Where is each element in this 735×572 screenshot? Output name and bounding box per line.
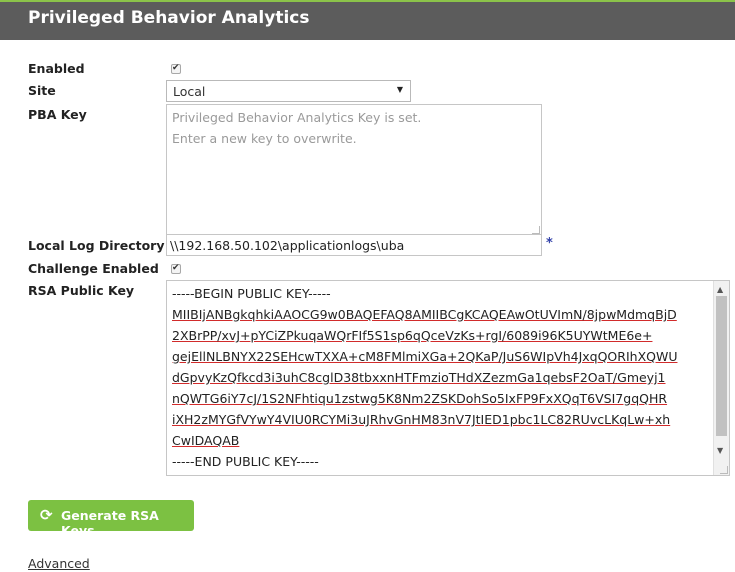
- rsa-key-line: -----BEGIN PUBLIC KEY-----: [172, 286, 331, 301]
- local-log-directory-input[interactable]: \\192.168.50.102\applicationlogs\uba: [166, 234, 542, 256]
- advanced-link[interactable]: Advanced: [28, 556, 90, 571]
- scroll-down-arrow-icon[interactable]: ▼: [717, 446, 723, 455]
- generate-rsa-keys-button[interactable]: ⟳ Generate RSA Keys: [28, 500, 194, 538]
- rsa-key-line: -----END PUBLIC KEY-----: [172, 454, 319, 469]
- pba-key-placeholder-line2: Enter a new key to overwrite.: [172, 131, 357, 146]
- rsa-key-line: iXH2zMYGfVYwY4VIU0RCYMi3uJRhvGnHM83nV7Jt…: [172, 412, 671, 427]
- resize-grip-icon[interactable]: [720, 466, 728, 474]
- local-log-directory-label: Local Log Directory: [28, 238, 165, 253]
- pba-key-textarea[interactable]: Privileged Behavior Analytics Key is set…: [166, 104, 542, 236]
- challenge-enabled-checkbox[interactable]: ✔: [171, 263, 181, 274]
- dropdown-arrow-icon: ▼: [396, 85, 403, 94]
- check-icon: ✔: [172, 63, 180, 73]
- rsa-key-line: gejEllNLBNYX22SEHcwTXXA+cM8FMlmiXGa+2QKa…: [172, 349, 678, 364]
- rsa-key-line: nQWTG6iY7cJ/1S2NFhtiqu1zstwg5K8Nm2ZSKDoh…: [172, 391, 668, 406]
- local-log-directory-value: \\192.168.50.102\applicationlogs\uba: [170, 238, 405, 253]
- scroll-up-arrow-icon[interactable]: ▲: [717, 285, 723, 294]
- required-marker: *: [546, 236, 553, 251]
- rsa-key-line: dGpvyKzQfkcd3i3uhC8cglD38tbxxnHTFmzioTHd…: [172, 370, 666, 385]
- site-select[interactable]: Local ▼: [166, 80, 411, 102]
- rsa-key-scrollbar[interactable]: ▲ ▼: [713, 281, 729, 475]
- site-select-value: Local: [173, 84, 206, 99]
- rsa-key-line: CwIDAQAB: [172, 433, 240, 448]
- challenge-enabled-label: Challenge Enabled: [28, 261, 159, 276]
- rsa-key-line: 2XBrPP/xvJ+pYCiZPkuqaWQrFIf5S1sp6qQceVzK…: [172, 328, 653, 343]
- generate-rsa-keys-label: Generate RSA Keys: [61, 508, 159, 538]
- enabled-checkbox[interactable]: ✔: [171, 63, 181, 74]
- rsa-public-key-textarea[interactable]: -----BEGIN PUBLIC KEY----- MIIBIjANBgkqh…: [166, 280, 730, 476]
- section-header: Privileged Behavior Analytics: [0, 0, 735, 40]
- refresh-icon: ⟳: [40, 506, 53, 524]
- check-icon: ✔: [172, 263, 180, 273]
- resize-grip-icon[interactable]: [532, 226, 540, 234]
- section-title: Privileged Behavior Analytics: [28, 8, 310, 28]
- pba-key-label: PBA Key: [28, 107, 87, 122]
- rsa-key-line: MIIBIjANBgkqhkiAAOCG9w0BAQEFAQ8AMIIBCgKC…: [172, 307, 677, 322]
- rsa-public-key-label: RSA Public Key: [28, 283, 135, 298]
- enabled-label: Enabled: [28, 61, 85, 76]
- pba-key-placeholder-line1: Privileged Behavior Analytics Key is set…: [172, 110, 422, 125]
- site-label: Site: [28, 83, 56, 98]
- scrollbar-thumb[interactable]: [716, 296, 727, 436]
